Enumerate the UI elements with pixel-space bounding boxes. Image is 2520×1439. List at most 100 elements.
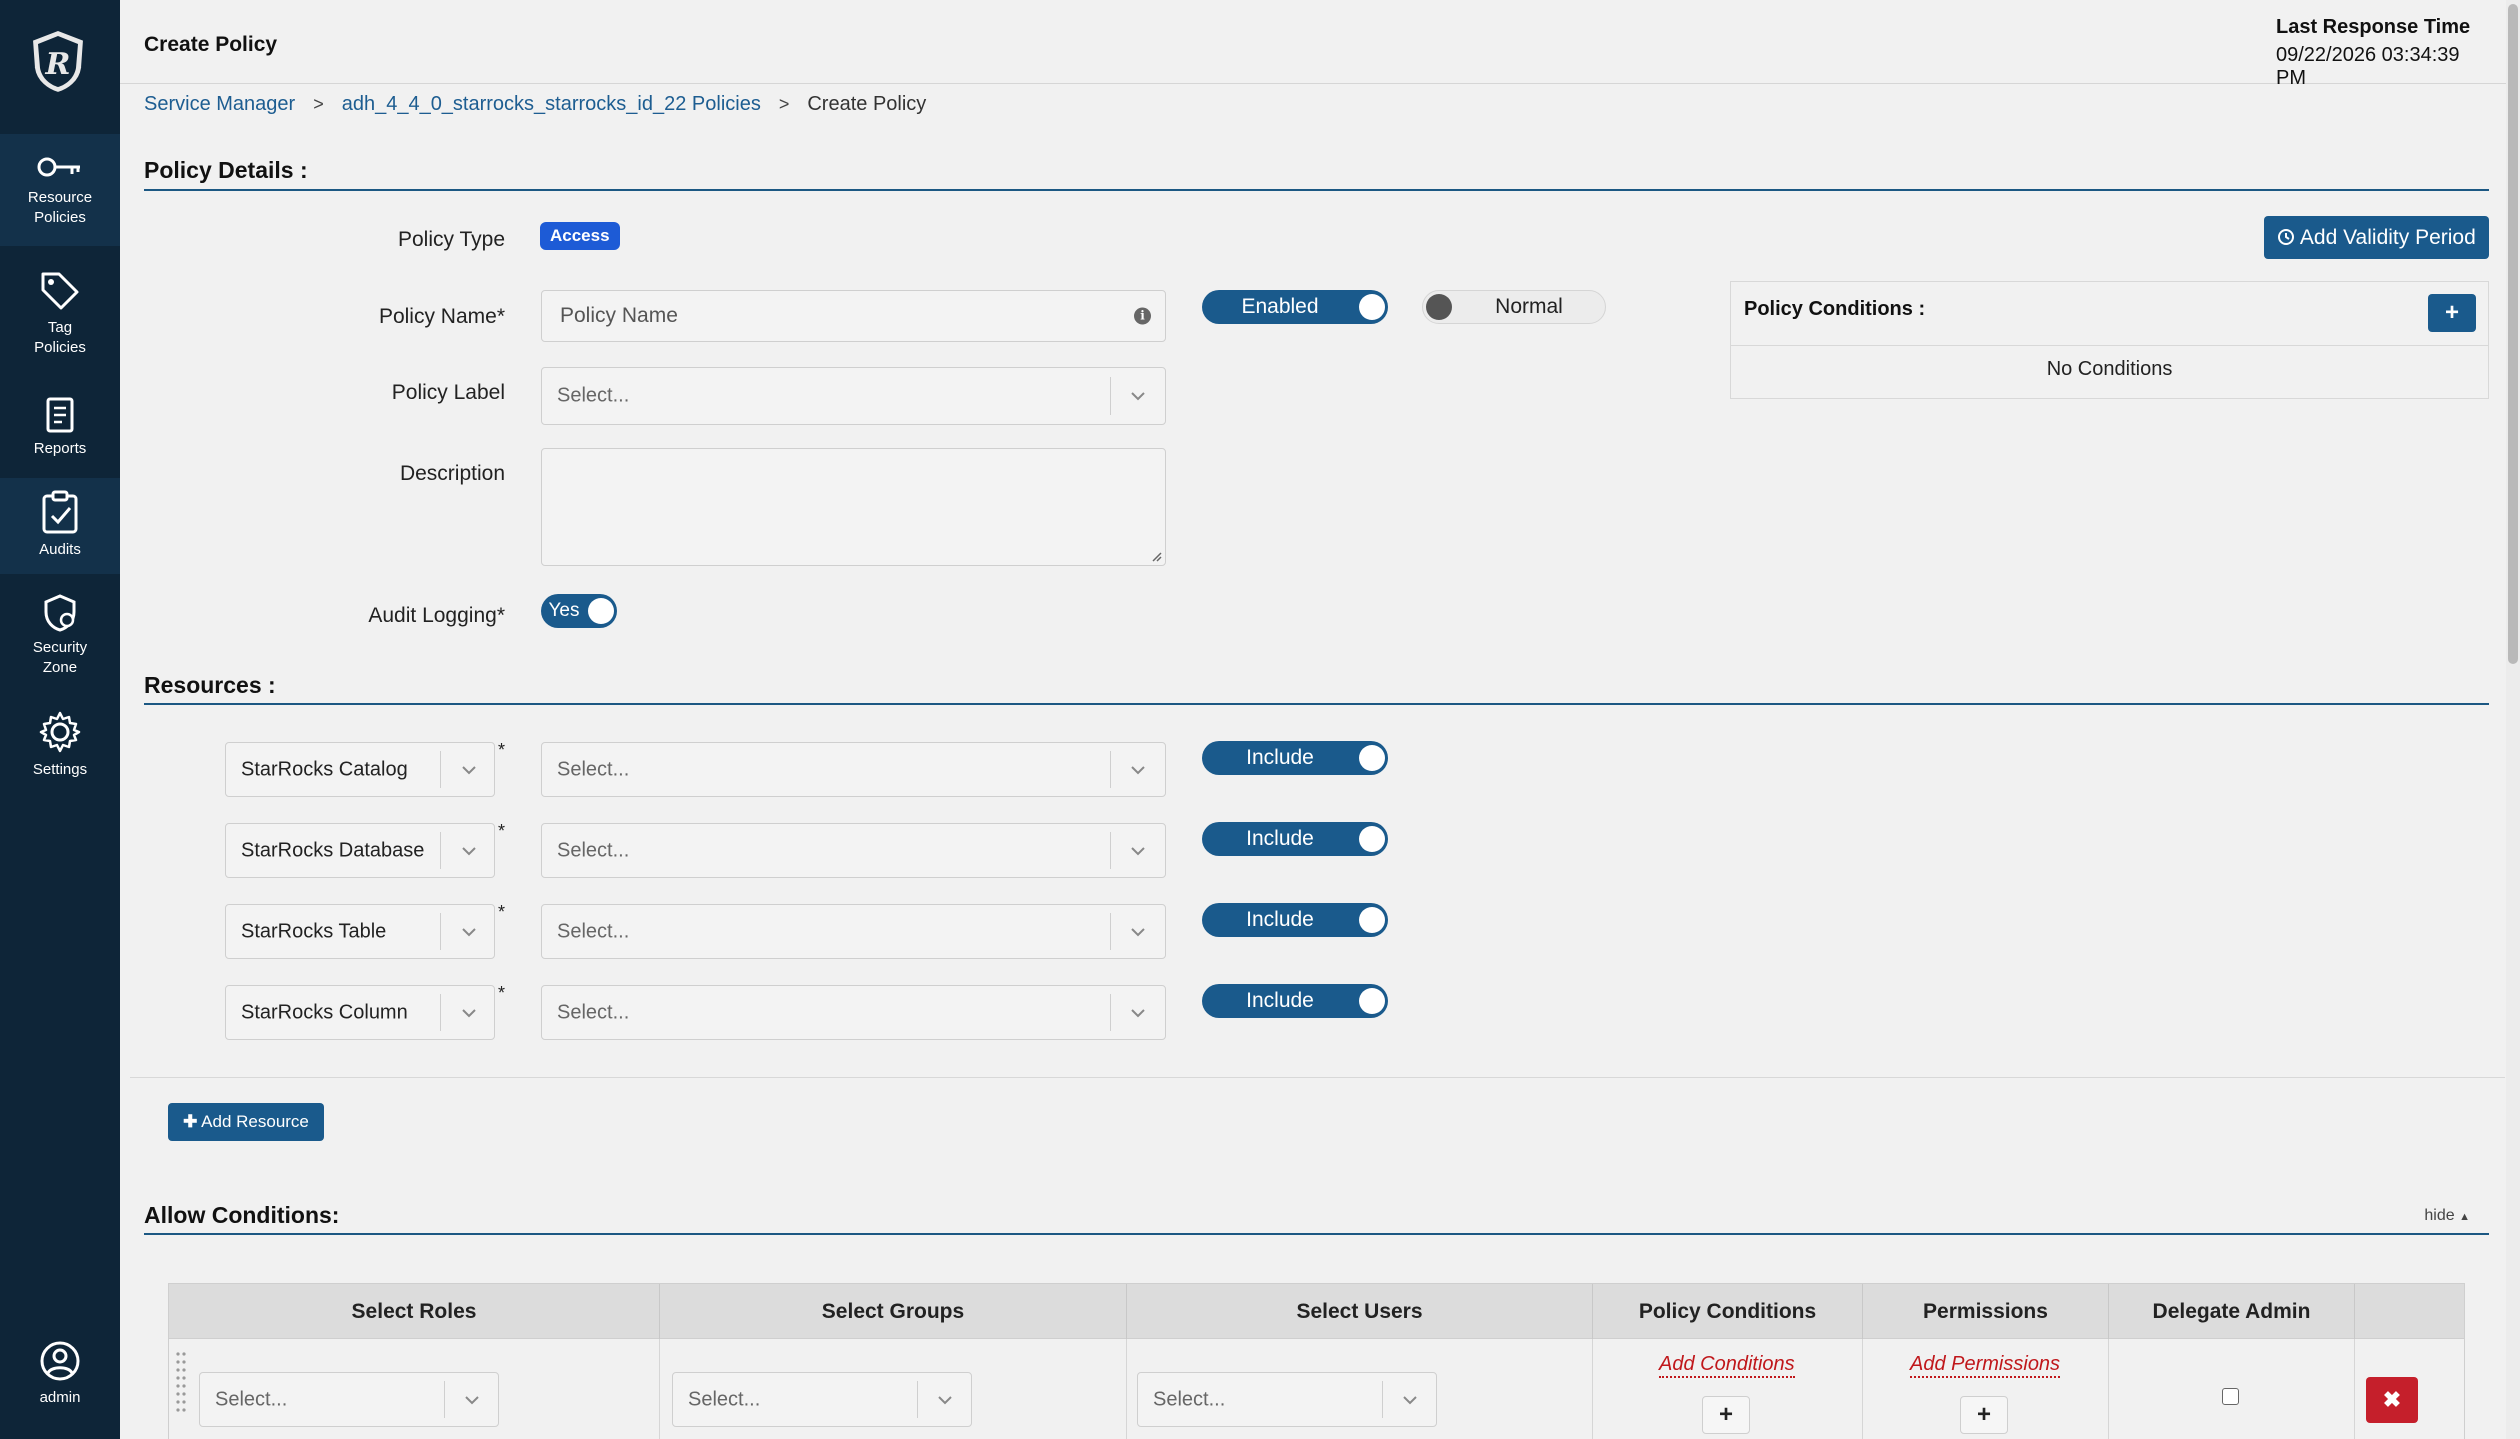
resource-value-placeholder: Select... [557, 920, 630, 942]
toggle-knob [1426, 294, 1452, 320]
resources-divider [130, 1077, 2505, 1078]
include-toggle-table[interactable]: Include [1202, 903, 1388, 937]
include-toggle-label: Include [1246, 989, 1314, 1012]
select-roles-placeholder: Select... [215, 1388, 288, 1410]
description-textarea[interactable] [541, 448, 1166, 566]
include-toggle-catalog[interactable]: Include [1202, 741, 1388, 775]
required-mark: * [498, 902, 506, 922]
hide-toggle-link[interactable]: hide ▲ [2424, 1207, 2470, 1225]
sidebar-item-label: Audits [39, 541, 81, 558]
sidebar-item-reports[interactable]: Reports [0, 397, 120, 467]
policy-label-placeholder: Select... [557, 384, 630, 407]
policy-conditions-title: Policy Conditions : [1744, 298, 1926, 320]
policy-name-placeholder: Policy Name [560, 304, 678, 327]
scrollbar[interactable] [2506, 0, 2520, 1439]
section-divider [144, 1233, 2489, 1235]
sidebar-item-tag-policies[interactable]: Tag Policies [0, 270, 120, 370]
sidebar-item-audits[interactable]: Audits [0, 478, 120, 574]
sidebar-item-settings[interactable]: Settings [0, 710, 120, 800]
resource-type-select-database[interactable]: StarRocks Database [225, 823, 495, 878]
info-icon[interactable]: i [1134, 307, 1151, 325]
section-divider [144, 189, 2489, 191]
add-condition-button[interactable]: + [2428, 294, 2476, 332]
policy-label-select[interactable]: Select... [541, 367, 1166, 425]
description-label: Description [399, 462, 505, 485]
cell-divider [2354, 1339, 2355, 1439]
add-conditions-link[interactable]: Add Conditions [1659, 1353, 1795, 1378]
normal-toggle-label: Normal [1495, 295, 1563, 318]
chevron-down-icon [1131, 392, 1145, 401]
delete-row-button[interactable]: ✖ [2366, 1377, 2418, 1423]
resource-value-select-catalog[interactable]: Select... [541, 742, 1166, 797]
enabled-toggle[interactable]: Enabled [1202, 290, 1388, 324]
sidebar-item-label: Policies [34, 209, 86, 226]
toggle-knob [1359, 826, 1385, 852]
sidebar-item-label: Tag [47, 319, 73, 336]
audit-logging-toggle[interactable]: Yes [541, 594, 617, 628]
resource-type-select-table[interactable]: StarRocks Table [225, 904, 495, 959]
add-validity-period-button[interactable]: Add Validity Period [2264, 216, 2489, 259]
sidebar-item-security-zone[interactable]: Security Zone [0, 594, 120, 694]
resource-value-placeholder: Select... [557, 839, 630, 861]
response-time-label: Last Response Time [2276, 16, 2471, 38]
chevron-down-icon [1131, 846, 1145, 855]
sidebar-item-label: Zone [42, 659, 78, 676]
chevron-down-icon [462, 765, 476, 774]
select-groups[interactable]: Select... [672, 1372, 972, 1427]
select-groups-placeholder: Select... [688, 1388, 761, 1410]
delegate-admin-checkbox[interactable] [2222, 1388, 2239, 1405]
toggle-knob [1359, 294, 1385, 320]
resize-grip-icon[interactable] [1150, 550, 1162, 562]
resource-type-select-column[interactable]: StarRocks Column [225, 985, 495, 1040]
ranger-logo-icon[interactable]: R [28, 28, 88, 94]
toggle-knob [1359, 988, 1385, 1014]
chevron-down-icon [1403, 1395, 1417, 1404]
select-roles[interactable]: Select... [199, 1372, 499, 1427]
sidebar-item-label: Reports [33, 440, 87, 457]
user-label: admin [39, 1389, 81, 1406]
scrollbar-thumb[interactable] [2508, 4, 2518, 664]
sidebar-item-label: Security [32, 639, 88, 656]
resource-value-placeholder: Select... [557, 1001, 630, 1023]
resource-value-select-column[interactable]: Select... [541, 985, 1166, 1040]
policy-type-badge: Access [540, 222, 620, 250]
sidebar-item-resource-policies[interactable]: Resource Policies [0, 134, 120, 246]
chevron-down-icon [462, 1008, 476, 1017]
cell-divider [659, 1339, 660, 1439]
include-toggle-database[interactable]: Include [1202, 822, 1388, 856]
add-permissions-link[interactable]: Add Permissions [1910, 1353, 2061, 1378]
audit-logging-value: Yes [548, 600, 580, 621]
policy-conditions-panel: Policy Conditions : + No Conditions [1730, 281, 2489, 399]
breadcrumb-service-manager[interactable]: Service Manager [144, 93, 295, 116]
normal-toggle[interactable]: Normal [1422, 290, 1606, 324]
breadcrumb-service-policies[interactable]: adh_4_4_0_starrocks_starrocks_id_22 Poli… [342, 93, 761, 116]
resource-value-select-table[interactable]: Select... [541, 904, 1166, 959]
policy-name-input[interactable]: Policy Name i [541, 290, 1166, 342]
drag-handle-icon[interactable] [176, 1350, 186, 1430]
no-conditions-text: No Conditions [2046, 358, 2173, 380]
add-resource-button[interactable]: ✚ Add Resource [168, 1103, 324, 1141]
include-toggle-label: Include [1246, 908, 1314, 931]
key-icon [37, 157, 80, 177]
sidebar-user[interactable]: admin [0, 1340, 120, 1420]
resource-value-select-database[interactable]: Select... [541, 823, 1166, 878]
column-header-users: Select Users [1127, 1284, 1593, 1340]
chevron-down-icon [938, 1395, 952, 1404]
include-toggle-column[interactable]: Include [1202, 984, 1388, 1018]
select-users[interactable]: Select... [1137, 1372, 1437, 1427]
policy-name-label: Policy Name* [378, 305, 505, 328]
add-condition-plus-button[interactable]: + [1702, 1396, 1750, 1434]
tag-icon [41, 272, 79, 310]
add-permission-plus-button[interactable]: + [1960, 1396, 2008, 1434]
chevron-down-icon [1131, 927, 1145, 936]
user-icon [40, 1341, 80, 1381]
add-resource-label: Add Resource [201, 1112, 309, 1131]
allow-conditions-title: Allow Conditions: [144, 1202, 340, 1228]
response-time-value: 09/22/2026 03:34:39 PM [2276, 44, 2460, 89]
resource-type-select-catalog[interactable]: StarRocks Catalog [225, 742, 495, 797]
report-icon [46, 397, 74, 433]
breadcrumb-separator: > [313, 94, 324, 114]
resource-type-value: StarRocks Database [241, 839, 425, 861]
required-mark: * [498, 821, 506, 841]
clipboard-check-icon [42, 490, 78, 534]
